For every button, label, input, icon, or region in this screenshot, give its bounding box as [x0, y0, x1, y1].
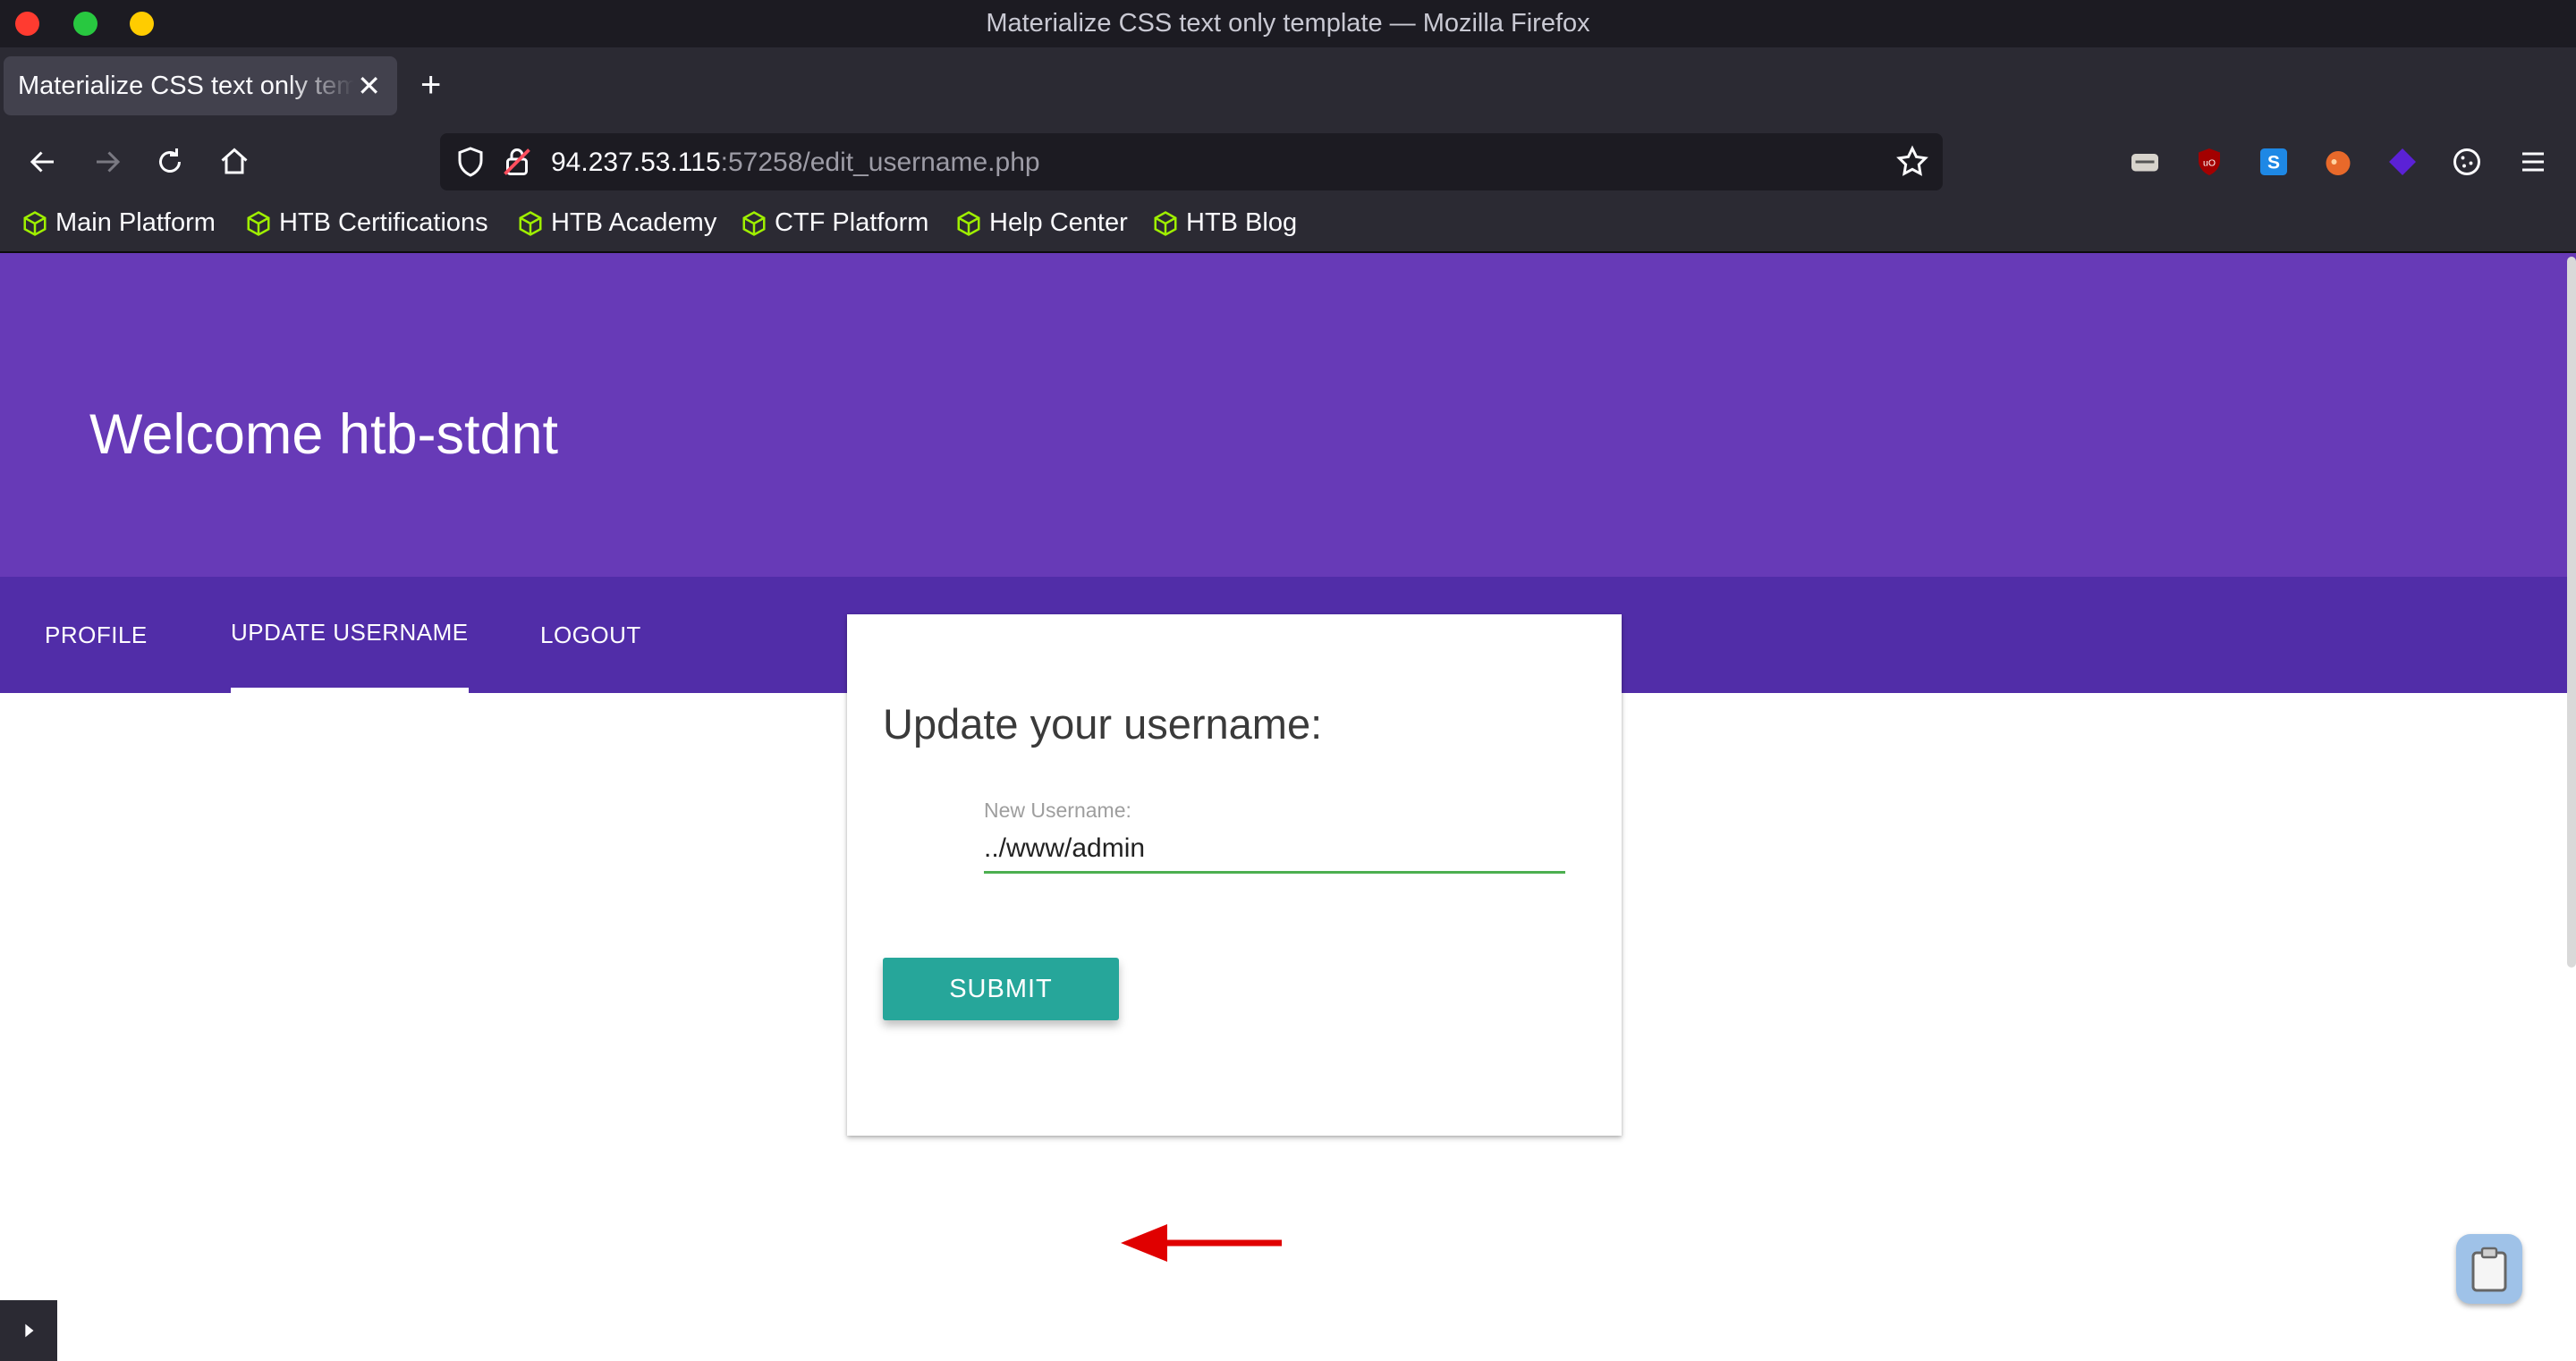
new-username-label: New Username:: [984, 799, 1131, 822]
url-bar[interactable]: 94.237.53.115:57258/edit_username.php: [440, 133, 1943, 190]
home-icon: [221, 148, 248, 174]
foxyproxy-icon[interactable]: [2129, 146, 2161, 178]
s-extension-icon[interactable]: S: [2258, 146, 2290, 178]
bookmark-label: HTB Blog: [1186, 208, 1298, 237]
bookmark-star-icon[interactable]: [1894, 144, 1930, 180]
tab-profile[interactable]: PROFILE: [45, 577, 148, 693]
bookmark-main-platform[interactable]: Main Platform: [21, 208, 216, 238]
new-tab-button[interactable]: +: [420, 65, 441, 106]
htb-cube-icon: [742, 210, 766, 236]
bookmark-help-center[interactable]: Help Center: [955, 208, 1128, 238]
url-host: 94.237.53.115: [551, 148, 721, 177]
htb-cube-icon: [957, 210, 980, 236]
window-titlebar: Materialize CSS text only template — Moz…: [0, 0, 2576, 47]
tab-logout[interactable]: LOGOUT: [540, 577, 641, 693]
url-path: :57258/edit_username.php: [720, 148, 1040, 177]
tracking-shield-icon[interactable]: [454, 146, 487, 178]
reload-icon: [159, 148, 181, 173]
reload-button[interactable]: [150, 142, 190, 182]
wappalyzer-icon[interactable]: [2386, 146, 2419, 178]
bookmark-ctf-platform[interactable]: CTF Platform: [741, 208, 928, 238]
fox-extension-icon[interactable]: [2322, 146, 2354, 178]
bookmark-htb-blog[interactable]: HTB Blog: [1152, 208, 1297, 238]
clipboard-icon: [2471, 1247, 2507, 1292]
bookmark-htb-academy[interactable]: HTB Academy: [517, 208, 716, 238]
back-arrow-icon: [30, 151, 54, 173]
ublock-icon[interactable]: uO: [2193, 146, 2225, 178]
window-title: Materialize CSS text only template — Moz…: [986, 9, 1590, 38]
htb-cube-icon: [23, 210, 47, 236]
clipboard-button[interactable]: [2456, 1234, 2522, 1304]
card-title: Update your username:: [883, 700, 1323, 748]
insecure-lock-icon[interactable]: [501, 146, 533, 178]
bookmark-label: HTB Certifications: [279, 208, 488, 237]
back-button[interactable]: [23, 142, 63, 182]
sidebar-toggle-button[interactable]: [0, 1300, 57, 1361]
tab-update-username[interactable]: UPDATE USERNAME: [231, 577, 469, 693]
new-username-input[interactable]: [984, 825, 1565, 874]
chevron-right-icon: [25, 1323, 34, 1338]
navigation-toolbar: 94.237.53.115:57258/edit_username.php uO…: [0, 126, 2576, 198]
update-username-card: Update your username: New Username: SUBM…: [847, 614, 1622, 1136]
tab-bar: Materialize CSS text only template ✕ +: [0, 47, 2576, 126]
bookmarks-toolbar: Main Platform HTB Certifications HTB Aca…: [0, 198, 2576, 253]
bookmark-htb-certifications[interactable]: HTB Certifications: [245, 208, 488, 238]
cookie-icon[interactable]: [2451, 146, 2483, 178]
submit-button[interactable]: SUBMIT: [883, 958, 1119, 1020]
forward-button[interactable]: [88, 142, 127, 182]
htb-cube-icon: [519, 210, 542, 236]
browser-tab-active[interactable]: Materialize CSS text only template ✕: [4, 56, 397, 115]
home-button[interactable]: [215, 142, 254, 182]
svg-text:uO: uO: [2203, 158, 2216, 169]
htb-cube-icon: [247, 210, 270, 236]
svg-text:S: S: [2267, 153, 2280, 173]
forward-arrow-icon: [97, 151, 121, 173]
bookmark-label: Help Center: [989, 208, 1128, 237]
hamburger-menu-icon[interactable]: [2517, 146, 2549, 178]
page-scrollbar[interactable]: [2567, 257, 2576, 968]
htb-cube-icon: [1154, 210, 1177, 236]
hero-header: Welcome htb-stdnt: [0, 253, 2576, 577]
bookmark-label: HTB Academy: [551, 208, 717, 237]
url-text[interactable]: 94.237.53.115:57258/edit_username.php: [551, 148, 1040, 178]
bookmark-label: CTF Platform: [775, 208, 929, 237]
page-title: Welcome htb-stdnt: [89, 403, 559, 467]
close-tab-icon[interactable]: ✕: [357, 69, 381, 103]
tab-title: Materialize CSS text only template: [18, 71, 354, 100]
bookmark-label: Main Platform: [55, 208, 216, 237]
annotation-arrow: [1121, 1224, 1282, 1262]
